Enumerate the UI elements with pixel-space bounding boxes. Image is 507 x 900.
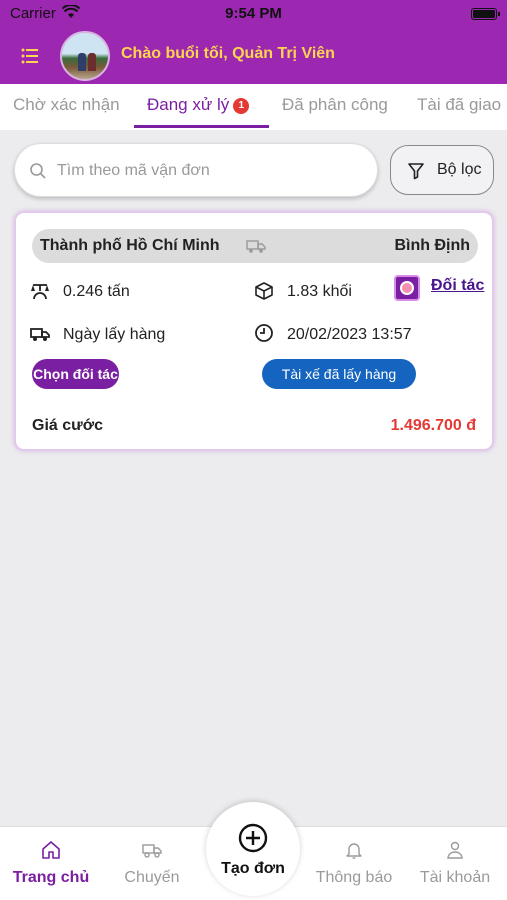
destination-city: Bình Định — [394, 237, 470, 254]
weight-scale-icon — [31, 284, 49, 300]
choose-partner-button[interactable]: Chọn đối tác — [32, 359, 119, 389]
nav-trips[interactable]: Chuyến — [102, 827, 202, 900]
avatar[interactable] — [60, 31, 110, 81]
bell-icon — [346, 843, 362, 859]
tab-delivered[interactable]: Tài đã giao — [417, 95, 501, 115]
create-order-button[interactable]: Tạo đơn — [206, 802, 300, 896]
plus-circle-icon — [238, 823, 268, 853]
status-tabs: Chờ xác nhận Đang xử lý 1 Đã phân công Tà… — [0, 84, 507, 130]
search-bar[interactable] — [14, 143, 378, 197]
order-card[interactable]: Thành phố Hồ Chí Minh Bình Định 0.246 tấ… — [14, 211, 494, 451]
filter-label: Bộ lọc — [437, 161, 482, 178]
driver-picked-up-button[interactable]: Tài xế đã lấy hàng — [262, 359, 416, 389]
create-order-label: Tạo đơn — [221, 860, 285, 877]
filter-icon — [408, 163, 424, 180]
battery-icon — [471, 8, 500, 20]
origin-city: Thành phố Hồ Chí Minh — [40, 237, 220, 254]
partner-link[interactable]: Đối tác — [431, 277, 484, 295]
truck-icon — [246, 240, 266, 253]
pickup-datetime: 20/02/2023 13:57 — [287, 326, 412, 343]
package-box-icon — [255, 282, 273, 300]
filter-button[interactable]: Bộ lọc — [390, 145, 494, 195]
user-icon — [447, 841, 463, 859]
status-bar: Carrier 9:54 PM — [0, 0, 507, 28]
delivery-truck-icon — [30, 328, 50, 341]
tab-processing-label: Đang xử lý — [147, 95, 230, 114]
tab-processing[interactable]: Đang xử lý 1 — [147, 95, 250, 115]
nav-trips-label: Chuyến — [124, 869, 180, 886]
app-header: Chào buổi tối, Quản Trị Viên — [0, 28, 507, 84]
clock: 9:54 PM — [225, 5, 282, 22]
truck-icon — [142, 844, 162, 858]
price-value: 1.496.700 đ — [390, 417, 476, 434]
active-tab-indicator — [134, 125, 269, 128]
nav-account[interactable]: Tài khoản — [405, 827, 505, 900]
nav-notifications[interactable]: Thông báo — [304, 827, 404, 900]
tab-pending-confirmation[interactable]: Chờ xác nhận — [13, 95, 120, 115]
partner-logo — [394, 275, 420, 301]
price-label: Giá cước — [32, 417, 103, 434]
tab-count-badge: 1 — [233, 98, 250, 114]
volume-value: 1.83 khối — [287, 283, 352, 300]
weight-value: 0.246 tấn — [63, 283, 130, 300]
nav-home-label: Trang chủ — [12, 869, 90, 886]
route-bar: Thành phố Hồ Chí Minh Bình Định — [32, 229, 478, 263]
home-icon — [42, 841, 60, 859]
menu-icon[interactable] — [20, 46, 40, 66]
nav-notifications-label: Thông báo — [315, 869, 393, 886]
clock-icon — [255, 324, 273, 342]
nav-account-label: Tài khoản — [419, 869, 491, 886]
search-icon — [30, 163, 46, 179]
tab-assigned[interactable]: Đã phân công — [282, 95, 388, 115]
greeting-text: Chào buổi tối, Quản Trị Viên — [121, 45, 335, 62]
search-input[interactable] — [57, 154, 367, 188]
pickup-date-label: Ngày lấy hàng — [63, 326, 166, 343]
nav-home[interactable]: Trang chủ — [1, 827, 101, 900]
